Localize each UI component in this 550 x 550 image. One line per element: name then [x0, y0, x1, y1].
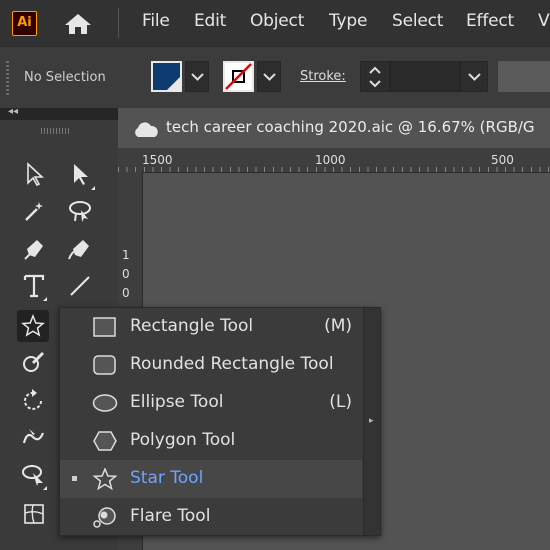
flyout-item-star[interactable]: Star Tool	[60, 460, 362, 498]
flyout-item-label: Flare Tool	[130, 506, 211, 526]
stroke-dropdown[interactable]	[257, 61, 281, 92]
flyout-item-flare[interactable]: Flare Tool	[60, 498, 362, 536]
stroke-weight-input[interactable]	[390, 61, 460, 92]
shaper-tool-icon[interactable]	[20, 348, 48, 376]
stepper-arrows-icon	[369, 66, 381, 88]
star-tool-icon[interactable]	[17, 310, 49, 342]
mesh-tool-icon[interactable]	[20, 500, 48, 528]
ruler-digit: 0	[122, 286, 130, 300]
menu-separator	[118, 8, 119, 38]
menu-effect[interactable]: Effect	[466, 11, 514, 31]
menu-edit[interactable]: Edit	[194, 11, 226, 31]
menu-bar: Ai File Edit Object Type Select Effect V	[0, 0, 550, 46]
tearoff-bar[interactable]: ▸	[363, 308, 380, 535]
flyout-item-shortcut: (L)	[329, 392, 352, 412]
document-tab-bar: tech career coaching 2020.aic @ 16.67% (…	[118, 108, 550, 148]
menu-select[interactable]: Select	[392, 11, 443, 31]
chevron-down-icon	[263, 73, 276, 81]
warp-tool-icon[interactable]	[20, 423, 48, 451]
tool-group-indicator	[91, 186, 95, 190]
stroke-label[interactable]: Stroke:	[300, 69, 346, 84]
fill-corner-icon	[167, 77, 180, 90]
flyout-item-shortcut: (M)	[324, 316, 352, 336]
line-segment-tool-icon[interactable]	[66, 272, 94, 300]
ruler-label: 1000	[315, 153, 346, 167]
rectangle-icon	[93, 317, 116, 337]
flyout-item-label: Star Tool	[130, 468, 204, 488]
menu-view[interactable]: V	[538, 11, 550, 31]
active-tool-bullet	[72, 476, 77, 481]
star-icon	[92, 468, 118, 490]
control-bar-grip[interactable]	[6, 61, 9, 95]
flyout-item-rounded-rectangle[interactable]: Rounded Rectangle Tool	[60, 346, 362, 384]
tearoff-arrow-icon: ▸	[369, 416, 374, 426]
rounded-rectangle-icon	[93, 355, 116, 375]
flyout-item-label: Rectangle Tool	[130, 316, 254, 336]
rotate-tool-icon[interactable]	[20, 386, 48, 414]
magic-wand-tool-icon[interactable]	[20, 197, 48, 225]
chevron-down-icon	[468, 73, 481, 81]
polygon-icon	[93, 431, 117, 451]
app-logo: Ai	[12, 11, 37, 36]
flyout-item-label: Polygon Tool	[130, 430, 236, 450]
variable-width-profile[interactable]	[498, 61, 550, 92]
stroke-swatch[interactable]	[223, 61, 254, 92]
document-title: tech career coaching 2020.aic @ 16.67% (…	[166, 118, 535, 136]
menu-type[interactable]: Type	[329, 11, 367, 31]
menu-object[interactable]: Object	[250, 11, 304, 31]
cloud-document-icon	[135, 122, 158, 137]
direct-selection-tool-icon[interactable]	[66, 160, 94, 188]
menu-file[interactable]: File	[142, 11, 170, 31]
flyout-item-rectangle[interactable]: Rectangle Tool (M)	[60, 308, 362, 346]
fill-swatch[interactable]	[151, 61, 182, 92]
collapse-icon[interactable]: ◂◂	[8, 106, 18, 117]
horizontal-ruler[interactable]: 1500 1000 500	[118, 148, 550, 173]
curvature-tool-icon[interactable]	[66, 235, 94, 263]
fill-dropdown[interactable]	[185, 61, 209, 92]
flyout-item-label: Rounded Rectangle Tool	[130, 354, 334, 374]
flare-icon	[93, 507, 116, 528]
ruler-digit: 0	[122, 267, 130, 281]
ruler-digit: 1	[122, 248, 130, 262]
control-bar: No Selection Stroke:	[0, 46, 550, 109]
flyout-item-polygon[interactable]: Polygon Tool	[60, 422, 362, 460]
ellipse-icon	[92, 394, 118, 412]
stroke-none-icon	[225, 63, 252, 90]
chevron-down-icon	[191, 73, 204, 81]
toolbar-grip[interactable]	[41, 128, 71, 134]
type-tool-icon[interactable]	[20, 272, 48, 300]
selection-status: No Selection	[24, 70, 106, 85]
home-icon[interactable]	[63, 12, 93, 36]
flyout-item-label: Ellipse Tool	[130, 392, 224, 412]
document-tab[interactable]: tech career coaching 2020.aic @ 16.67% (…	[118, 108, 550, 148]
lasso-tool-icon[interactable]	[66, 197, 94, 225]
pen-tool-icon[interactable]	[20, 235, 48, 263]
shape-tools-flyout: Rectangle Tool (M) Rounded Rectangle Too…	[59, 307, 381, 536]
selection-tool-icon[interactable]	[20, 160, 48, 188]
flyout-item-ellipse[interactable]: Ellipse Tool (L)	[60, 384, 362, 422]
stroke-weight-stepper[interactable]	[360, 61, 390, 92]
free-transform-tool-icon[interactable]	[20, 461, 48, 489]
tool-group-indicator	[43, 297, 47, 301]
stroke-weight-dropdown[interactable]	[460, 61, 488, 92]
ruler-label: 500	[491, 153, 514, 167]
ruler-label: 1500	[142, 153, 173, 167]
tool-group-indicator	[43, 486, 47, 490]
